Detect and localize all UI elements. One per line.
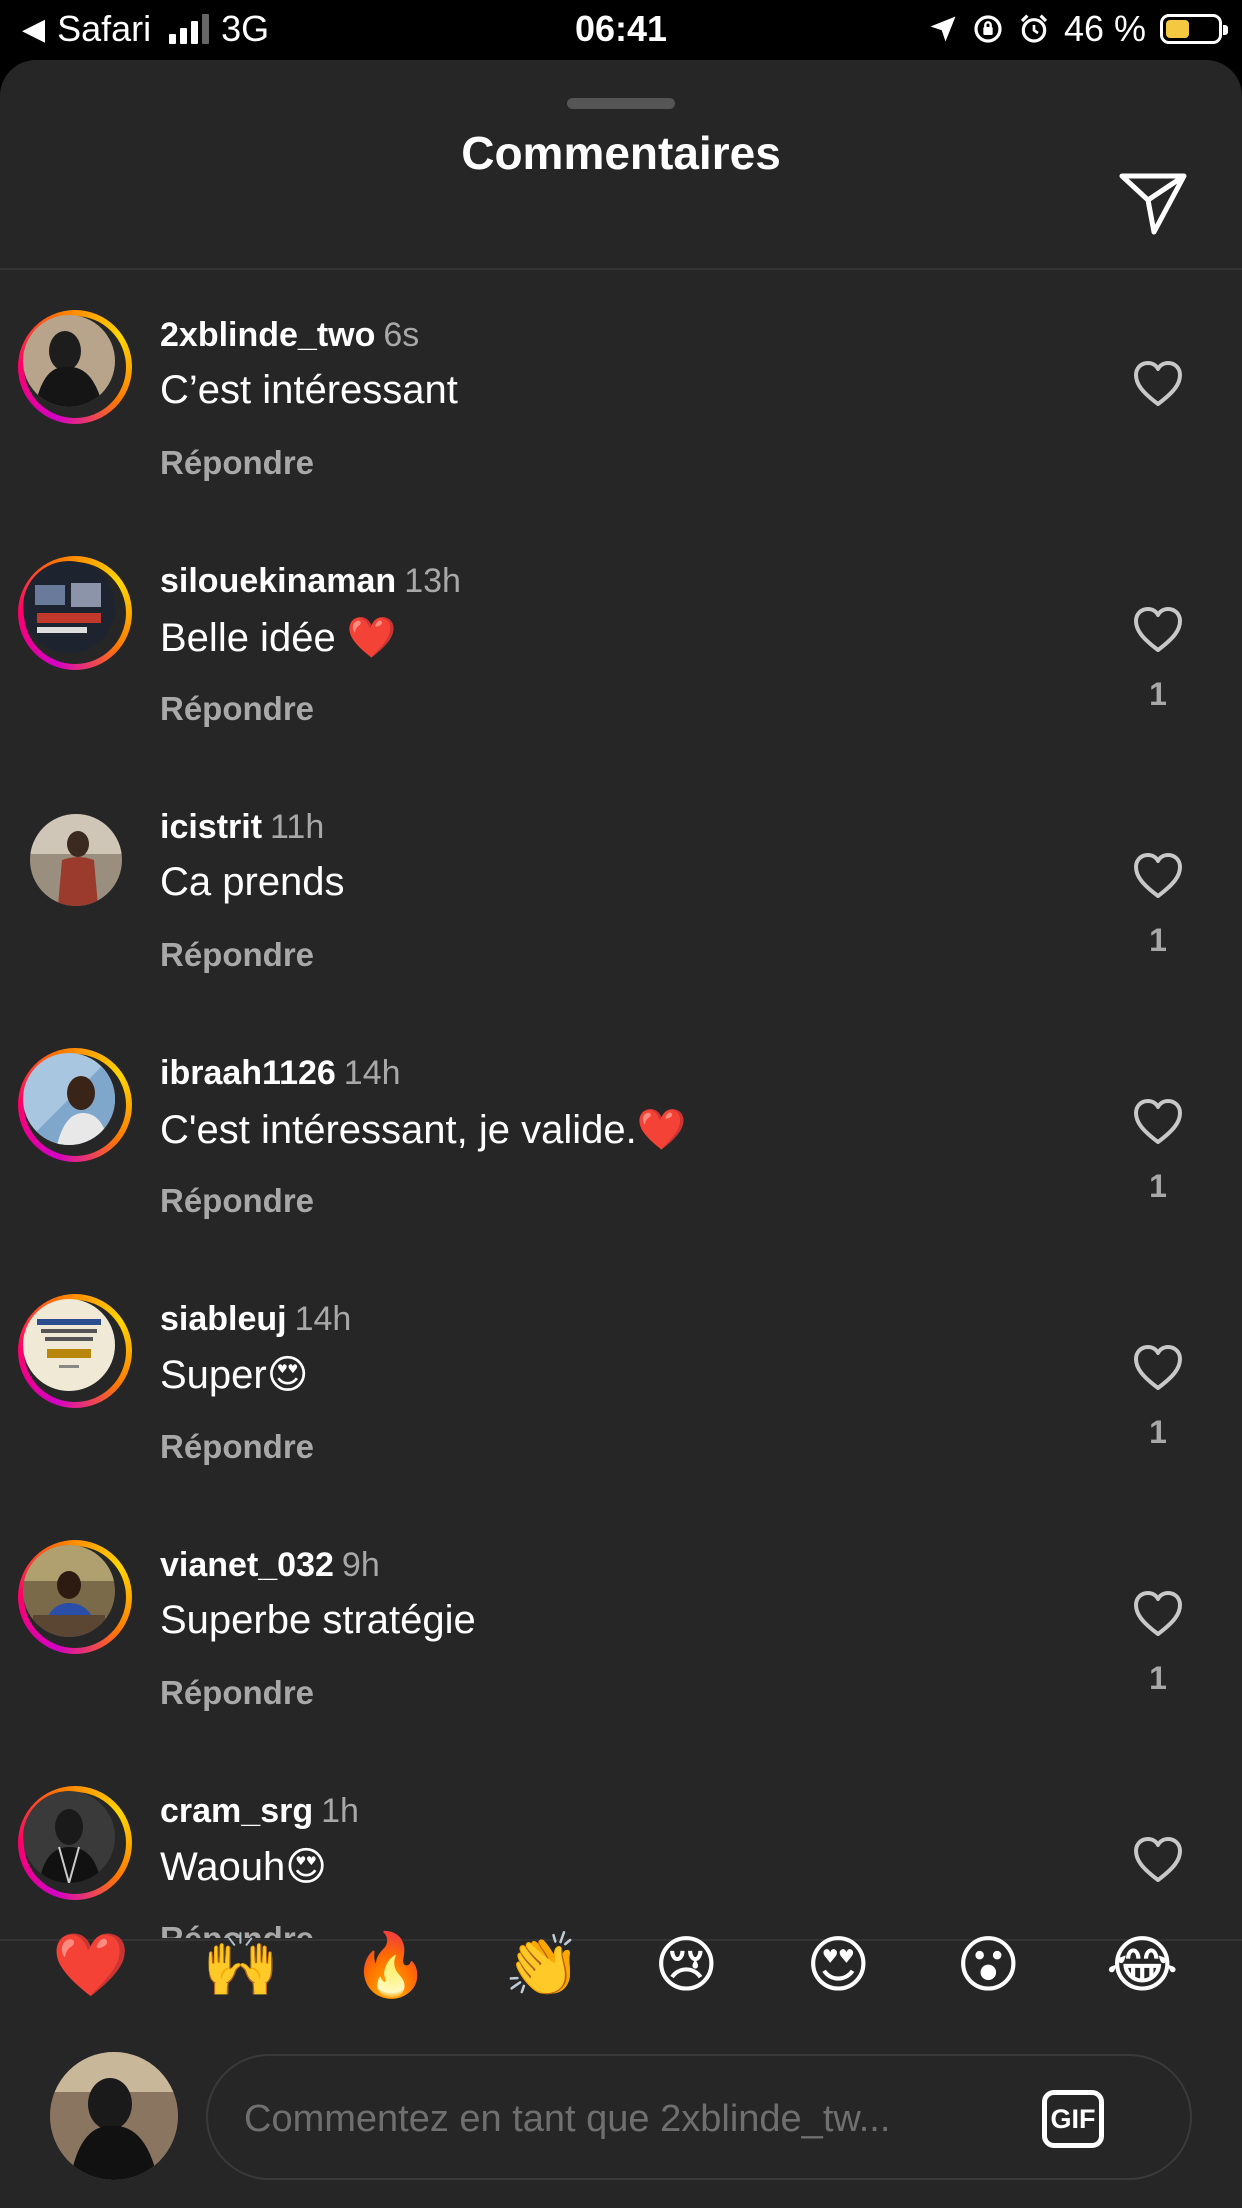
reaction-emoji-button[interactable]: 😂 <box>1106 1924 1190 2008</box>
current-user-avatar <box>50 2052 178 2180</box>
comment-time: 14h <box>343 1054 401 1092</box>
comment-meta: 2xblinde_two 6s <box>160 316 419 355</box>
reaction-emoji-button[interactable]: ❤️ <box>52 1924 136 2008</box>
comment-input-placeholder[interactable]: Commentez en tant que 2xblinde_tw... <box>244 2098 890 2141</box>
like-count: 1 <box>1149 922 1167 958</box>
comment-meta: silouekinaman 13h <box>160 562 461 601</box>
comment-text: Belle idée ❤️ <box>160 616 397 660</box>
comment-text: C'est intéressant, je valide.❤️ <box>160 1108 687 1152</box>
status-bar-right: 46 % <box>928 8 1228 50</box>
comment-row[interactable]: vianet_032 9h Superbe stratégie Répondre 1 <box>0 1500 1242 1746</box>
comment-input[interactable]: Commentez en tant que 2xblinde_tw... GIF <box>206 2054 1192 2180</box>
like-count: 1 <box>1149 1414 1167 1450</box>
like-heart-icon[interactable] <box>1132 360 1184 408</box>
battery-icon <box>1160 14 1228 44</box>
commenter-avatar[interactable] <box>18 1294 132 1408</box>
comment-username[interactable]: silouekinaman <box>160 562 396 600</box>
reply-button[interactable]: Répondre <box>160 444 314 482</box>
comment-username[interactable]: cram_srg <box>160 1792 313 1830</box>
comment-row[interactable]: ibraah1126 14h C'est intéressant, je valid… <box>0 1008 1242 1254</box>
comment-meta: vianet_032 9h <box>160 1546 380 1585</box>
like-heart-icon[interactable] <box>1132 1098 1184 1146</box>
alarm-icon <box>1020 14 1048 43</box>
comment-time: 6s <box>383 316 420 354</box>
sheet-grabber[interactable] <box>567 98 675 109</box>
comment-time: 14h <box>294 1300 352 1338</box>
like-heart-icon[interactable] <box>1132 852 1184 900</box>
like-count: 1 <box>1149 1660 1167 1696</box>
orientation-lock-icon <box>974 15 1002 43</box>
comment-text: Super😍 <box>160 1353 309 1397</box>
comments-sheet: Commentaires 2xblinde_two 6s C’est intéres… <box>0 60 1242 2208</box>
commenter-avatar[interactable] <box>18 310 132 424</box>
comment-meta: cram_srg 1h <box>160 1792 359 1831</box>
commenter-avatar[interactable] <box>18 556 132 670</box>
comment-time: 11h <box>270 808 325 846</box>
battery-percent: 46 % <box>1063 8 1146 49</box>
like-heart-icon[interactable] <box>1132 1590 1184 1638</box>
comment-username[interactable]: ibraah1126 <box>160 1054 336 1092</box>
like-count: 1 <box>1149 1168 1167 1204</box>
like-heart-icon[interactable] <box>1132 606 1184 654</box>
comment-time: 9h <box>341 1546 380 1584</box>
comment-username[interactable]: vianet_032 <box>160 1546 334 1584</box>
commenter-avatar[interactable] <box>18 802 132 916</box>
paper-plane-icon[interactable] <box>1118 170 1188 236</box>
page-title: Commentaires <box>461 127 781 179</box>
reaction-emoji-button[interactable]: 🙌 <box>202 1924 286 2008</box>
comment-username[interactable]: siableuj <box>160 1300 287 1338</box>
comment-list[interactable]: 2xblinde_two 6s C’est intéressant Répondre s… <box>0 270 1242 1938</box>
reaction-emoji-button[interactable]: 😮 <box>956 1924 1040 2008</box>
reply-button[interactable]: Répondre <box>160 1182 314 1220</box>
comment-row[interactable]: icistrit 11h Ca prends Répondre 1 <box>0 762 1242 1008</box>
commenter-avatar[interactable] <box>18 1540 132 1654</box>
like-heart-icon[interactable] <box>1132 1344 1184 1392</box>
comment-row[interactable]: siableuj 14h Super😍 Répondre 1 <box>0 1254 1242 1500</box>
comment-row[interactable]: cram_srg1hWaouh😍Répondre <box>0 1746 1242 1938</box>
commenter-avatar[interactable] <box>18 1048 132 1162</box>
reaction-emoji-button[interactable]: 🔥 <box>352 1924 436 2008</box>
status-bar: ◀ Safari 3G 06:41 46 % <box>0 0 1242 60</box>
reaction-emoji-button[interactable]: 😢 <box>654 1924 738 2008</box>
comment-time: 13h <box>404 562 461 600</box>
gif-button[interactable]: GIF <box>1042 2090 1104 2148</box>
comment-row[interactable]: silouekinaman 13h Belle idée ❤️ Répondre 1 <box>0 516 1242 762</box>
battery-level <box>1166 20 1189 38</box>
reply-button[interactable]: Répondre <box>160 1428 314 1466</box>
reaction-emoji-button[interactable]: 👏 <box>504 1924 588 2008</box>
comment-text: Ca prends <box>160 860 345 904</box>
comment-time: 1h <box>321 1792 359 1830</box>
comment-text: Waouh😍 <box>160 1845 327 1889</box>
commenter-avatar[interactable] <box>18 1786 132 1900</box>
comment-meta: ibraah1126 14h <box>160 1054 401 1093</box>
comment-username[interactable]: 2xblinde_two <box>160 316 375 354</box>
like-heart-icon[interactable] <box>1132 1836 1184 1884</box>
reaction-emoji-button[interactable]: 😍 <box>806 1924 890 2008</box>
reply-button[interactable]: Répondre <box>160 936 314 974</box>
comment-meta: icistrit 11h <box>160 808 324 847</box>
reply-button[interactable]: Répondre <box>160 690 314 728</box>
comment-username[interactable]: icistrit <box>160 808 262 846</box>
quick-reactions: ❤️ 🙌 🔥 👏 😢 😍 😮 😂 <box>0 1924 1242 2034</box>
reply-button[interactable]: Répondre <box>160 1674 314 1712</box>
comment-text: C’est intéressant <box>160 368 458 412</box>
comment-meta: siableuj 14h <box>160 1300 351 1339</box>
comment-row[interactable]: 2xblinde_two 6s C’est intéressant Répondre <box>0 270 1242 516</box>
comment-text: Superbe stratégie <box>160 1598 476 1642</box>
location-arrow-icon <box>930 16 956 42</box>
like-count: 1 <box>1149 676 1167 712</box>
